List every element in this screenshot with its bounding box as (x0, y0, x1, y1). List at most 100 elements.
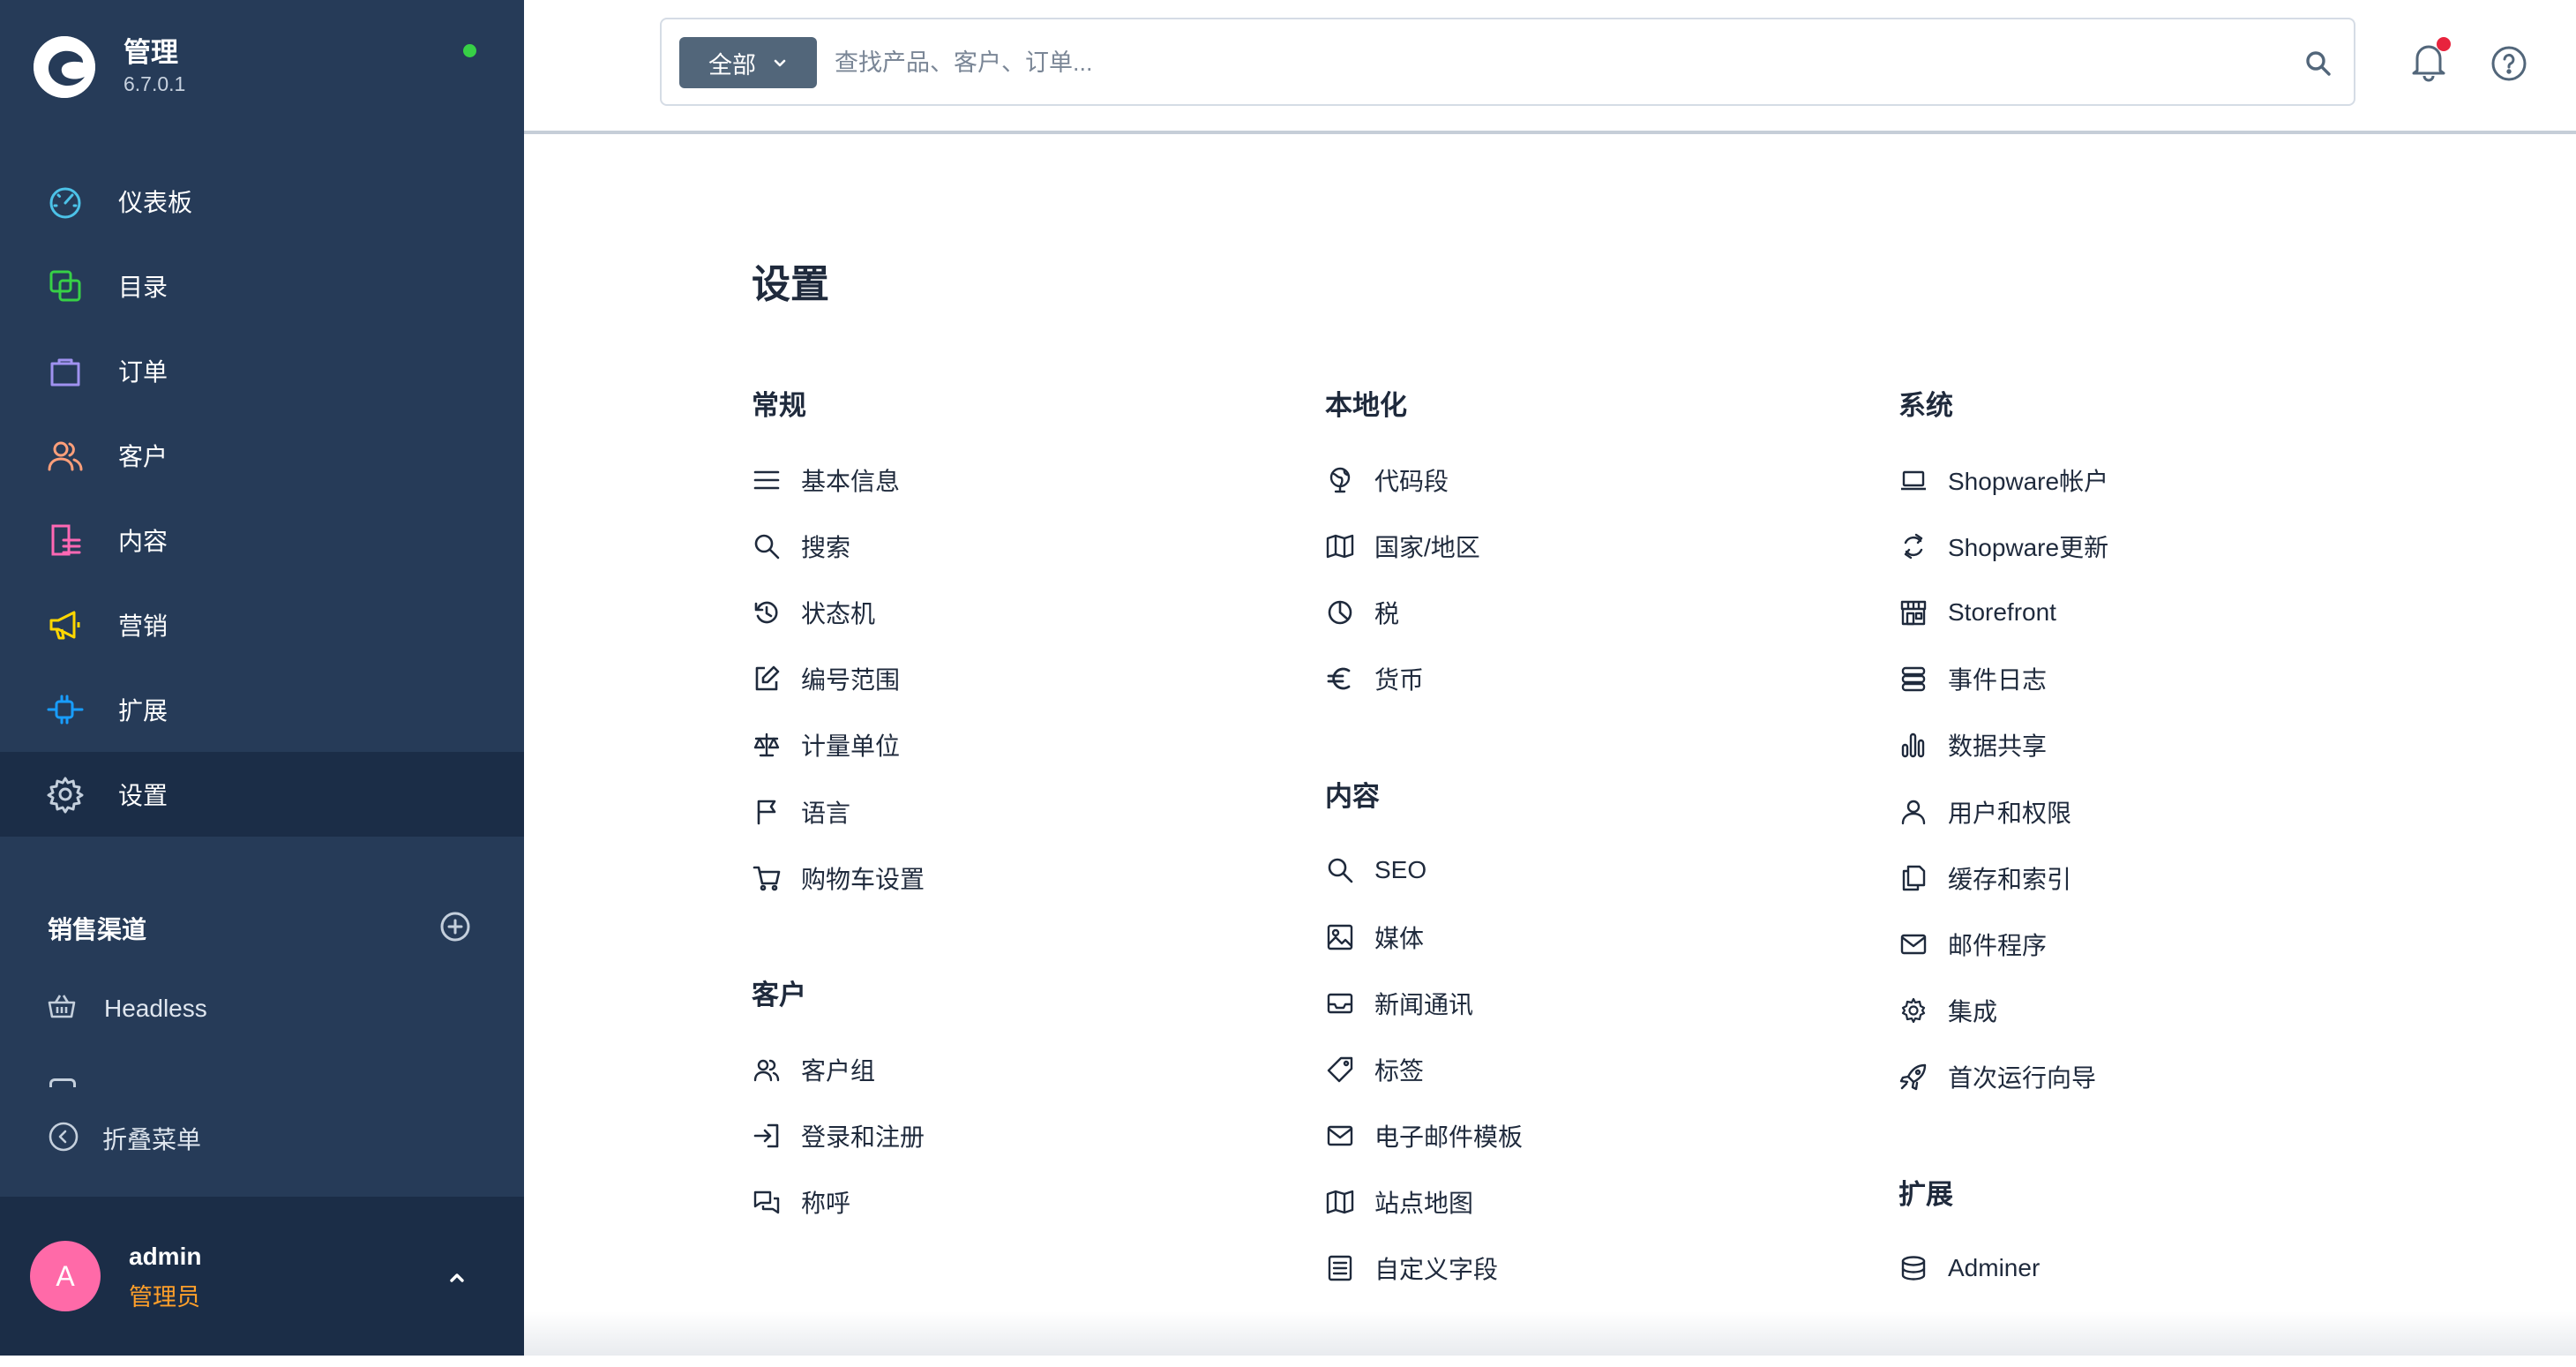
settings-column-1: 常规 基本信息 搜索 状态机 编号范围 计量单位 语言 购物车设置 客户 客户组… (752, 387, 1281, 1301)
gear-icon (1898, 995, 1928, 1025)
settings-item-label: 新闻通讯 (1374, 990, 1474, 1018)
settings-group-customers: 客户 客户组 登录和注册 称呼 (752, 976, 1281, 1236)
settings-item-countries[interactable]: 国家/地区 (1325, 513, 1854, 579)
settings-item-number-ranges[interactable]: 编号范围 (752, 646, 1281, 712)
settings-item-storefront[interactable]: Storefront (1898, 579, 2428, 645)
settings-item-event-logs[interactable]: 事件日志 (1898, 646, 2428, 712)
settings-item-shopware-account[interactable]: Shopware帐户 (1898, 447, 2428, 513)
settings-item-label: 站点地图 (1374, 1190, 1474, 1218)
notification-badge (2437, 37, 2451, 51)
settings-item-label: 集成 (1948, 998, 1998, 1026)
settings-item-shopware-updates[interactable]: Shopware更新 (1898, 513, 2428, 579)
sales-channel-headless[interactable]: Headless (46, 987, 207, 1031)
settings-item-snippets[interactable]: 代码段 (1325, 447, 1854, 513)
top-bar: 全部 (524, 0, 2576, 134)
settings-item-email-templates[interactable]: 电子邮件模板 (1325, 1103, 1854, 1169)
pie-chart-icon (1325, 597, 1355, 627)
user-role: 管理员 (129, 1284, 200, 1311)
settings-item-media[interactable]: 媒体 (1325, 904, 1854, 970)
settings-group-localization: 本地化 代码段 国家/地区 税 货币 (1325, 387, 1854, 712)
settings-item-data-sharing[interactable]: 数据共享 (1898, 712, 2428, 778)
search-icon[interactable] (2301, 46, 2336, 81)
chevron-up-icon[interactable] (441, 1262, 473, 1294)
settings-item-label: 登录和注册 (801, 1123, 925, 1152)
settings-item-label: 事件日志 (1948, 666, 2048, 695)
collapse-menu-button[interactable]: 折叠菜单 (48, 1119, 201, 1158)
sidebar-item-marketing[interactable]: 营销 (0, 582, 524, 667)
settings-item-label: 自定义字段 (1374, 1256, 1499, 1284)
sales-channels-header: 销售渠道 (48, 909, 471, 948)
settings-group-general: 常规 基本信息 搜索 状态机 编号范围 计量单位 语言 购物车设置 (752, 387, 1281, 911)
group-title: 系统 (1898, 390, 1953, 421)
settings-item-state-machine[interactable]: 状态机 (752, 579, 1281, 645)
sidebar-item-customers[interactable]: 客户 (0, 413, 524, 498)
global-search: 全部 (660, 18, 2355, 106)
settings-item-basic-info[interactable]: 基本信息 (752, 447, 1281, 513)
chevron-left-circle-icon (48, 1121, 79, 1157)
settings-item-languages[interactable]: 语言 (752, 778, 1281, 845)
settings-item-mailer[interactable]: 邮件程序 (1898, 911, 2428, 977)
sidebar-item-orders[interactable]: 订单 (0, 328, 524, 413)
settings-item-label: 称呼 (801, 1190, 851, 1218)
settings-item-tags[interactable]: 标签 (1325, 1036, 1854, 1102)
gear-icon (46, 775, 85, 814)
search-input[interactable] (835, 37, 2246, 88)
settings-page: 设置 常规 基本信息 搜索 状态机 编号范围 计量单位 语言 购物车设置 客户 … (524, 138, 2576, 1356)
brand[interactable]: 管理 6.7.0.1 (34, 32, 185, 102)
scale-icon (752, 730, 782, 760)
settings-item-salutations[interactable]: 称呼 (752, 1169, 1281, 1236)
settings-item-label: 编号范围 (801, 666, 901, 695)
settings-item-currencies[interactable]: 货币 (1325, 646, 1854, 712)
sidebar-item-label: 目录 (118, 274, 168, 301)
search-scope-dropdown[interactable]: 全部 (679, 37, 817, 88)
group-title: 常规 (752, 390, 806, 421)
sidebar-item-label: 仪表板 (118, 189, 193, 216)
page-title: 设置 (752, 263, 829, 306)
settings-item-label: 邮件程序 (1948, 931, 2048, 959)
map-icon (1325, 531, 1355, 561)
settings-item-first-run-wizard[interactable]: 首次运行向导 (1898, 1044, 2428, 1110)
settings-item-integrations[interactable]: 集成 (1898, 978, 2428, 1044)
settings-item-label: 国家/地区 (1374, 533, 1480, 561)
settings-item-login-registration[interactable]: 登录和注册 (752, 1103, 1281, 1169)
group-title: 客户 (752, 980, 806, 1011)
files-icon (1898, 863, 1928, 893)
sidebar-item-extensions[interactable]: 扩展 (0, 667, 524, 752)
group-title: 本地化 (1325, 390, 1407, 421)
sidebar-item-settings[interactable]: 设置 (0, 752, 524, 837)
settings-column-3: 系统 Shopware帐户 Shopware更新 Storefront 事件日志 (1898, 387, 2428, 1367)
settings-item-units[interactable]: 计量单位 (752, 712, 1281, 778)
settings-item-users-permissions[interactable]: 用户和权限 (1898, 778, 2428, 845)
settings-item-label: 媒体 (1374, 924, 1425, 952)
sidebar-item-catalog[interactable]: 目录 (0, 244, 524, 328)
settings-item-label: Shopware更新 (1948, 533, 2109, 561)
notifications-bell-icon[interactable] (2407, 37, 2451, 83)
sales-channels-title: 销售渠道 (48, 916, 147, 943)
settings-group-system: 系统 Shopware帐户 Shopware更新 Storefront 事件日志 (1898, 387, 2428, 1110)
main-navigation: 仪表板 目录 订单 客户 内容 营销 扩展 设置 (0, 159, 524, 837)
help-question-icon[interactable] (2490, 44, 2528, 83)
settings-item-newsletter[interactable]: 新闻通讯 (1325, 970, 1854, 1036)
settings-item-caches-indexes[interactable]: 缓存和索引 (1898, 845, 2428, 911)
envelope-icon (1898, 929, 1928, 959)
sidebar-item-content[interactable]: 内容 (0, 498, 524, 582)
settings-item-search[interactable]: 搜索 (752, 513, 1281, 579)
settings-item-sitemap[interactable]: 站点地图 (1325, 1169, 1854, 1236)
sales-channel-label: Headless (104, 995, 207, 1022)
users-icon (46, 436, 85, 475)
plus-circle-icon[interactable] (439, 911, 471, 947)
settings-item-cart-settings[interactable]: 购物车设置 (752, 845, 1281, 911)
catalog-copy-icon (46, 267, 85, 305)
map-icon (1325, 1187, 1355, 1217)
settings-item-tax[interactable]: 税 (1325, 579, 1854, 645)
settings-item-custom-fields[interactable]: 自定义字段 (1325, 1236, 1854, 1302)
settings-item-seo[interactable]: SEO (1325, 837, 1854, 904)
settings-item-customer-groups[interactable]: 客户组 (752, 1036, 1281, 1102)
settings-item-label: Shopware帐户 (1948, 467, 2109, 495)
settings-item-label: 搜索 (801, 533, 851, 561)
server-icon (1898, 664, 1928, 694)
settings-item-label: 计量单位 (801, 732, 901, 761)
sidebar-item-dashboard[interactable]: 仪表板 (0, 159, 524, 244)
user-profile-bar[interactable]: A admin 管理员 (0, 1197, 524, 1356)
settings-item-adminer[interactable]: Adminer (1898, 1236, 2428, 1302)
